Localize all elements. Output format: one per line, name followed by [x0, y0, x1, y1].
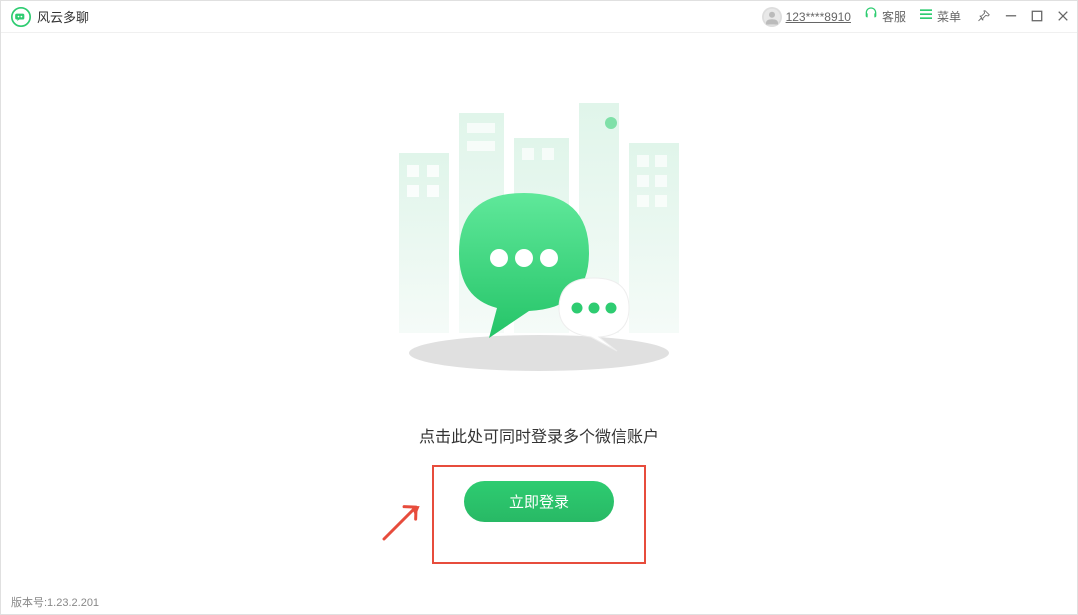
service-label: 客服 — [882, 8, 906, 25]
footer: 版本号:1.23.2.201 — [1, 590, 1077, 614]
avatar-icon — [762, 7, 782, 27]
user-area[interactable]: 123****8910 — [762, 7, 851, 27]
minimize-button[interactable] — [1005, 10, 1017, 24]
app-logo-icon — [11, 7, 31, 27]
menu-label: 菜单 — [937, 8, 961, 25]
customer-service-button[interactable]: 客服 — [863, 6, 906, 27]
version-label: 版本号:1.23.2.201 — [11, 597, 99, 609]
hamburger-icon — [918, 6, 934, 27]
window-controls — [977, 9, 1069, 25]
headset-icon — [863, 6, 879, 27]
instruction-text: 点击此处可同时登录多个微信账户 — [419, 423, 659, 447]
annotation-arrow-icon — [376, 497, 426, 552]
user-id-link[interactable]: 123****8910 — [786, 10, 851, 24]
titlebar-right: 123****8910 客服 菜单 — [762, 6, 1069, 27]
app-window: 风云多聊 123****8910 客服 — [0, 0, 1078, 615]
main-content: 点击此处可同时登录多个微信账户 立即登录 — [1, 33, 1077, 590]
close-button[interactable] — [1057, 10, 1069, 24]
menu-button[interactable]: 菜单 — [918, 6, 961, 27]
hero-illustration — [359, 93, 719, 373]
annotation-highlight-box: 立即登录 — [432, 465, 646, 564]
app-title: 风云多聊 — [37, 7, 89, 26]
login-button[interactable]: 立即登录 — [464, 481, 614, 522]
titlebar: 风云多聊 123****8910 客服 — [1, 1, 1077, 33]
pin-button[interactable] — [977, 9, 991, 25]
titlebar-left: 风云多聊 — [11, 7, 89, 27]
maximize-button[interactable] — [1031, 10, 1043, 24]
